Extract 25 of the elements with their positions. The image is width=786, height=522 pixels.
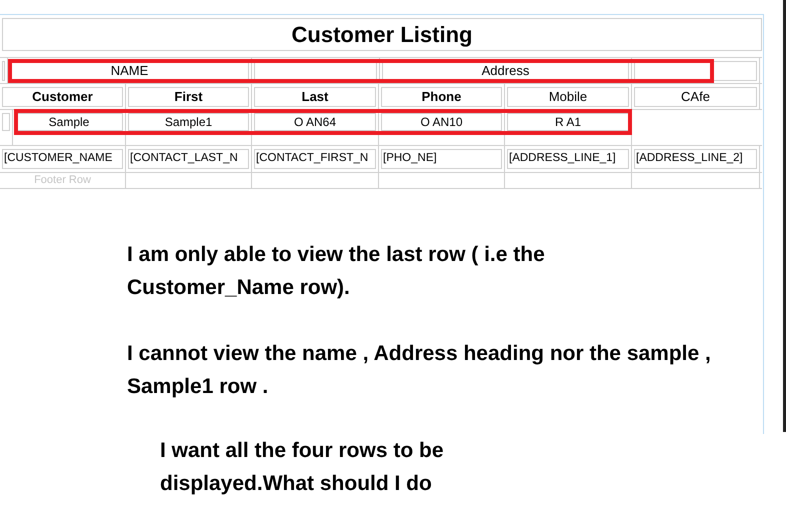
- sample-cell: R A1: [507, 113, 629, 131]
- report-field: [ADDRESS_LINE_1]: [507, 149, 629, 169]
- sample-cell: Sample1: [128, 113, 249, 131]
- column-header: Last: [254, 86, 376, 106]
- sample-cell: Sample: [15, 113, 123, 131]
- footer-label: Footer Row: [34, 173, 91, 188]
- column-header: CAfe: [634, 86, 757, 106]
- column-header: Mobile: [507, 86, 629, 106]
- column-header: Phone: [381, 86, 502, 106]
- sample-cell: O AN10: [381, 113, 502, 131]
- question-paragraph: I cannot view the name , Address heading nor the sample , Sample1 row .: [127, 341, 712, 400]
- report-field: [ADDRESS_LINE_2]: [634, 149, 757, 169]
- empty-cell: [2, 60, 5, 80]
- column-header: Customer: [2, 86, 123, 106]
- report-field: [CUSTOMER_NAME: [2, 149, 123, 169]
- question-paragraph: I want all the four rows to be displayed.What should I do: [160, 438, 445, 497]
- report-field: [CONTACT_LAST_N: [128, 149, 249, 169]
- group-header-cell: Address: [382, 60, 629, 80]
- sample-cell: O AN64: [254, 113, 376, 131]
- report-title: Customer Listing: [292, 21, 472, 49]
- column-header: First: [128, 86, 249, 106]
- report-field: [CONTACT_FIRST_N: [254, 149, 376, 169]
- empty-cell: [2, 113, 10, 131]
- question-paragraph: I am only able to view the last row ( i.e the Customer_Name row).: [127, 242, 546, 301]
- report-field: [PHO_NE]: [381, 149, 502, 169]
